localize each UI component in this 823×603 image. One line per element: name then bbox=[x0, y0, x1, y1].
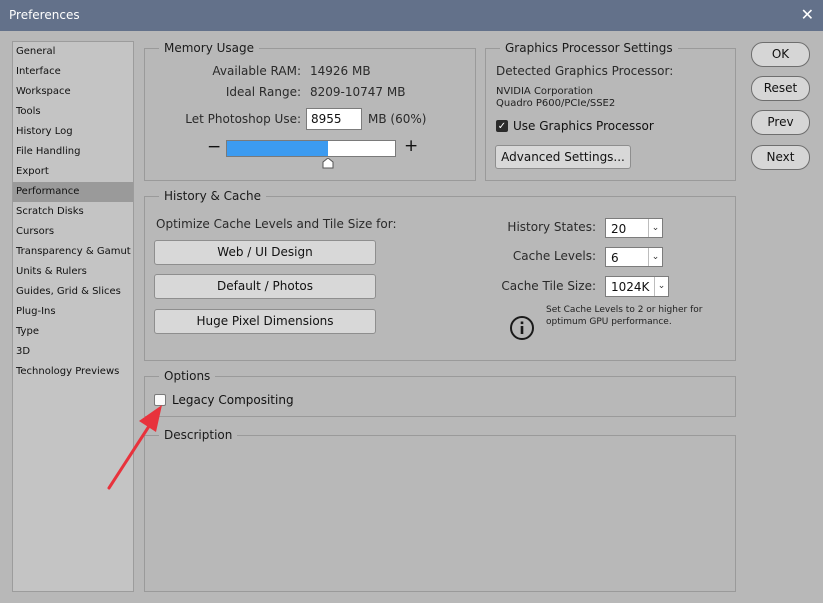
sidebar-item-cursors[interactable]: Cursors bbox=[13, 222, 133, 242]
description-title: Description bbox=[159, 428, 238, 442]
available-ram-value: 14926 MB bbox=[310, 64, 371, 78]
description-group: Description bbox=[144, 428, 736, 592]
sidebar-item-tools[interactable]: Tools bbox=[13, 102, 133, 122]
cache-tile-size-label: Cache Tile Size: bbox=[501, 279, 596, 293]
memory-amount-input[interactable]: 8955 bbox=[306, 108, 362, 130]
web-ui-design-button[interactable]: Web / UI Design bbox=[154, 240, 376, 265]
sidebar-item-technology-previews[interactable]: Technology Previews bbox=[13, 362, 133, 382]
optimize-label: Optimize Cache Levels and Tile Size for: bbox=[156, 217, 397, 231]
advanced-settings-button[interactable]: Advanced Settings... bbox=[495, 145, 631, 169]
memory-slider-track[interactable] bbox=[226, 140, 396, 157]
legacy-compositing-checkbox[interactable] bbox=[154, 394, 166, 406]
cache-tile-size-select[interactable]: 1024K ⌄ bbox=[605, 276, 669, 297]
chevron-down-icon: ⌄ bbox=[654, 277, 668, 296]
sidebar-item-workspace[interactable]: Workspace bbox=[13, 82, 133, 102]
available-ram-label: Available RAM: bbox=[212, 64, 301, 78]
sidebar-item-file-handling[interactable]: File Handling bbox=[13, 142, 133, 162]
ideal-range-label: Ideal Range: bbox=[225, 85, 301, 99]
history-states-value: 20 bbox=[611, 222, 627, 236]
sidebar-item-units-rulers[interactable]: Units & Rulers bbox=[13, 262, 133, 282]
close-icon[interactable]: ✕ bbox=[801, 5, 814, 25]
reset-button[interactable]: Reset bbox=[751, 76, 810, 101]
increase-memory-button[interactable]: + bbox=[404, 136, 418, 156]
ok-button[interactable]: OK bbox=[751, 42, 810, 67]
detected-gpu-label: Detected Graphics Processor: bbox=[496, 64, 674, 78]
sidebar-item-plug-ins[interactable]: Plug-Ins bbox=[13, 302, 133, 322]
history-states-label: History States: bbox=[507, 220, 596, 234]
default-photos-button[interactable]: Default / Photos bbox=[154, 274, 376, 299]
sidebar-item-type[interactable]: Type bbox=[13, 322, 133, 342]
huge-pixel-dimensions-button[interactable]: Huge Pixel Dimensions bbox=[154, 309, 376, 334]
gpu-model: Quadro P600/PCIe/SSE2 bbox=[496, 98, 616, 109]
cache-tile-size-value: 1024K bbox=[611, 280, 650, 294]
memory-unit-label: MB (60%) bbox=[368, 112, 427, 126]
chevron-down-icon: ⌄ bbox=[648, 219, 662, 237]
sidebar-item-scratch-disks[interactable]: Scratch Disks bbox=[13, 202, 133, 222]
info-icon bbox=[510, 316, 534, 340]
history-states-select[interactable]: 20 ⌄ bbox=[605, 218, 663, 238]
decrease-memory-button[interactable]: − bbox=[207, 137, 221, 157]
options-title: Options bbox=[159, 369, 216, 383]
next-button[interactable]: Next bbox=[751, 145, 810, 170]
memory-slider-fill bbox=[227, 141, 328, 156]
preferences-sidebar: General Interface Workspace Tools Histor… bbox=[12, 41, 134, 592]
legacy-compositing-label: Legacy Compositing bbox=[172, 393, 294, 407]
memory-usage-title: Memory Usage bbox=[159, 41, 260, 55]
memory-slider-thumb[interactable] bbox=[322, 158, 334, 169]
sidebar-item-3d[interactable]: 3D bbox=[13, 342, 133, 362]
sidebar-item-general[interactable]: General bbox=[13, 42, 133, 62]
sidebar-item-performance[interactable]: Performance bbox=[13, 182, 133, 202]
info-text-line1: Set Cache Levels to 2 or higher for bbox=[546, 305, 703, 315]
preferences-window: Preferences ✕ General Interface Workspac… bbox=[0, 0, 823, 603]
sidebar-item-interface[interactable]: Interface bbox=[13, 62, 133, 82]
chevron-down-icon: ⌄ bbox=[648, 248, 662, 266]
sidebar-item-history-log[interactable]: History Log bbox=[13, 122, 133, 142]
cache-levels-label: Cache Levels: bbox=[512, 249, 596, 263]
ideal-range-value: 8209-10747 MB bbox=[310, 85, 406, 99]
sidebar-item-guides-grid[interactable]: Guides, Grid & Slices bbox=[13, 282, 133, 302]
graphics-processor-title: Graphics Processor Settings bbox=[500, 41, 678, 55]
history-cache-group: History & Cache Optimize Cache Levels an… bbox=[144, 189, 736, 361]
sidebar-item-export[interactable]: Export bbox=[13, 162, 133, 182]
memory-usage-group: Memory Usage Available RAM: 14926 MB Ide… bbox=[144, 41, 476, 181]
cache-levels-select[interactable]: 6 ⌄ bbox=[605, 247, 663, 267]
history-cache-title: History & Cache bbox=[159, 189, 266, 203]
info-text-line2: optimum GPU performance. bbox=[546, 317, 672, 327]
options-group: Options Legacy Compositing bbox=[144, 369, 736, 417]
prev-button[interactable]: Prev bbox=[751, 110, 810, 135]
let-photoshop-use-label: Let Photoshop Use: bbox=[185, 112, 301, 126]
cache-levels-value: 6 bbox=[611, 251, 619, 265]
use-gpu-checkbox[interactable]: ✓ bbox=[496, 120, 508, 132]
graphics-processor-group: Graphics Processor Settings Detected Gra… bbox=[485, 41, 736, 181]
use-gpu-label: Use Graphics Processor bbox=[513, 119, 654, 133]
window-title: Preferences bbox=[9, 8, 80, 22]
gpu-vendor: NVIDIA Corporation bbox=[496, 86, 594, 97]
title-bar: Preferences ✕ bbox=[0, 0, 823, 31]
sidebar-item-transparency[interactable]: Transparency & Gamut bbox=[13, 242, 133, 262]
